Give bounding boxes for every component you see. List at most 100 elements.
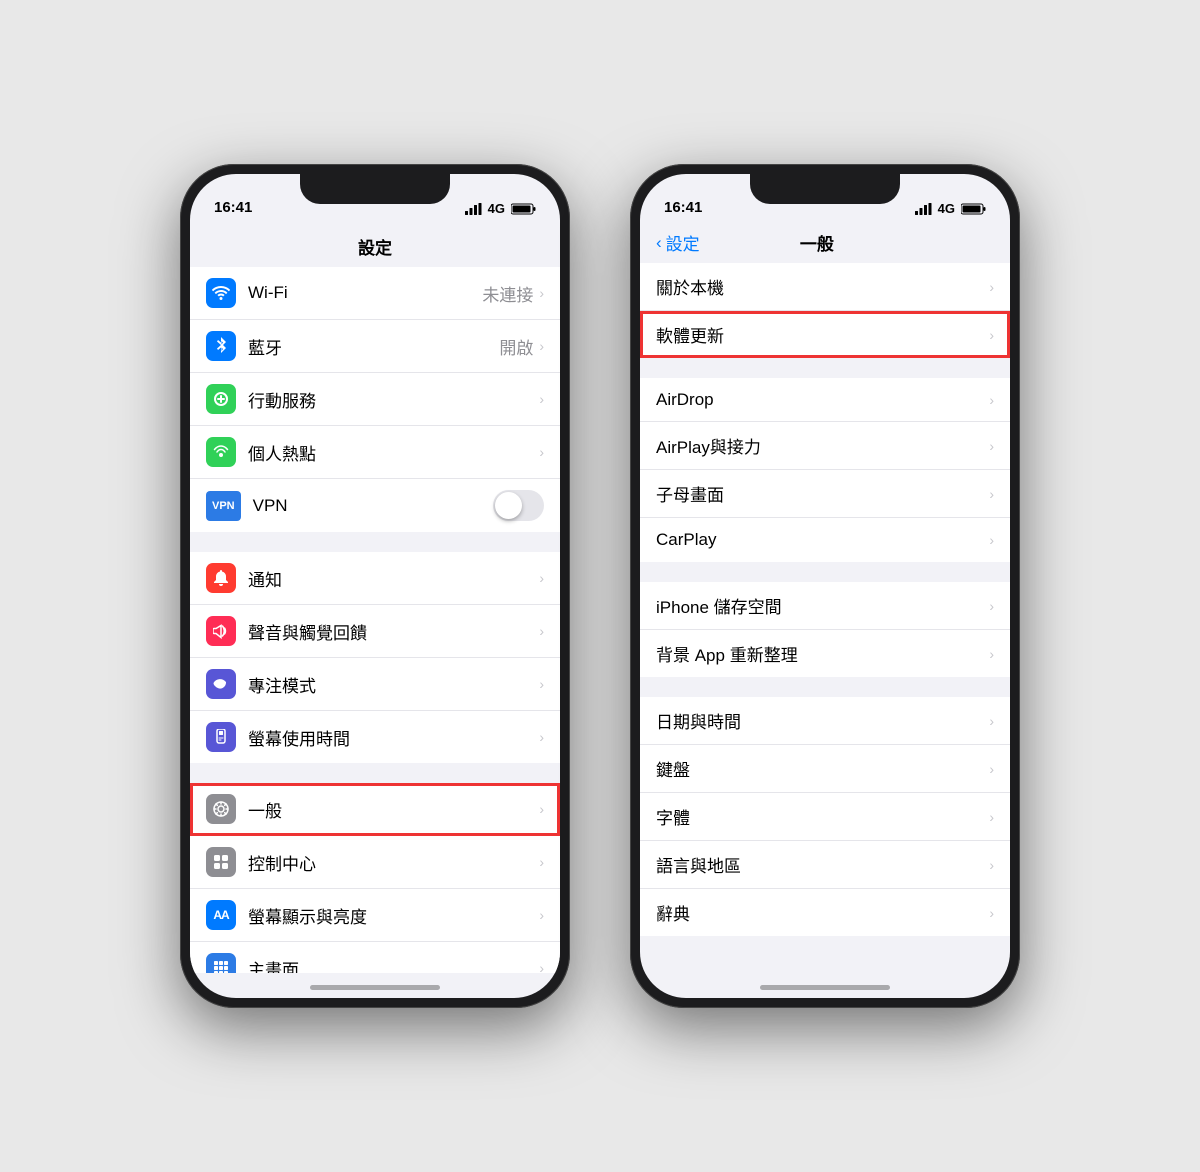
background-app-label: 背景 App 重新整理 <box>656 641 989 666</box>
section-about: 關於本機 › 軟體更新 › <box>640 263 1010 358</box>
datetime-item[interactable]: 日期與時間 › <box>640 697 1010 745</box>
notifications-label: 通知 <box>248 566 539 591</box>
iphone-storage-item[interactable]: iPhone 儲存空間 › <box>640 582 1010 630</box>
iphone-storage-label: iPhone 儲存空間 <box>656 593 989 618</box>
display-label: 螢幕顯示與亮度 <box>248 903 539 928</box>
home-screen-item[interactable]: 主畫面 › <box>190 942 560 973</box>
section-datetime: 日期與時間 › 鍵盤 › 字體 › 語言與地區 › <box>640 697 1010 936</box>
airplay-item[interactable]: AirPlay與接力 › <box>640 422 1010 470</box>
notch-left <box>300 174 450 204</box>
software-update-item[interactable]: 軟體更新 › <box>640 311 1010 358</box>
control-center-item[interactable]: 控制中心 › <box>190 836 560 889</box>
network-left: 4G <box>488 201 505 216</box>
datetime-chevron: › <box>989 713 994 729</box>
display-item[interactable]: AA 螢幕顯示與亮度 › <box>190 889 560 942</box>
section-sharing: AirDrop › AirPlay與接力 › 子母畫面 › CarPlay › <box>640 378 1010 562</box>
screentime-icon <box>206 722 236 752</box>
software-update-chevron: › <box>989 327 994 343</box>
airdrop-label: AirDrop <box>656 390 989 410</box>
bluetooth-chevron: › <box>539 338 544 354</box>
hotspot-label: 個人熱點 <box>248 440 539 465</box>
sounds-label: 聲音與觸覺回饋 <box>248 619 539 644</box>
bluetooth-label: 藍牙 <box>248 334 499 359</box>
notifications-item[interactable]: 通知 › <box>190 552 560 605</box>
airplay-label: AirPlay與接力 <box>656 433 989 458</box>
notifications-chevron: › <box>539 570 544 586</box>
control-center-chevron: › <box>539 854 544 870</box>
screentime-label: 螢幕使用時間 <box>248 725 539 750</box>
bluetooth-item[interactable]: 藍牙 開啟 › <box>190 320 560 373</box>
fonts-item[interactable]: 字體 › <box>640 793 1010 841</box>
about-item[interactable]: 關於本機 › <box>640 263 1010 311</box>
nav-title-right: 一般 <box>800 230 834 255</box>
keyboard-chevron: › <box>989 761 994 777</box>
home-screen-icon <box>206 953 236 973</box>
language-item[interactable]: 語言與地區 › <box>640 841 1010 889</box>
signal-icon-right <box>915 203 932 215</box>
nav-back-right[interactable]: ‹ 設定 <box>656 230 700 255</box>
keyboard-item[interactable]: 鍵盤 › <box>640 745 1010 793</box>
pip-chevron: › <box>989 486 994 502</box>
dictionary-item[interactable]: 辭典 › <box>640 889 1010 936</box>
wifi-item[interactable]: Wi-Fi 未連接 › <box>190 267 560 320</box>
general-item[interactable]: 一般 › <box>190 783 560 836</box>
time-right: 16:41 <box>664 199 702 216</box>
display-chevron: › <box>539 907 544 923</box>
home-indicator-right <box>760 985 890 990</box>
vpn-toggle[interactable] <box>493 490 544 521</box>
cellular-item[interactable]: 行動服務 › <box>190 373 560 426</box>
hotspot-item[interactable]: 個人熱點 › <box>190 426 560 479</box>
phone-left-screen: 16:41 4G 設定 <box>190 174 560 998</box>
pip-item[interactable]: 子母畫面 › <box>640 470 1010 518</box>
carplay-chevron: › <box>989 532 994 548</box>
screentime-chevron: › <box>539 729 544 745</box>
battery-icon-left <box>511 203 536 215</box>
iphone-storage-chevron: › <box>989 598 994 614</box>
sounds-item[interactable]: 聲音與觸覺回饋 › <box>190 605 560 658</box>
vpn-item[interactable]: VPN VPN <box>190 479 560 532</box>
settings-content-left: 設定 Wi-Fi 未連接 › <box>190 222 560 998</box>
section-notifications: 通知 › 聲音與觸覺回饋 › 專注模式 <box>190 552 560 763</box>
section-network: Wi-Fi 未連接 › 藍牙 開啟 › <box>190 267 560 532</box>
pip-label: 子母畫面 <box>656 481 989 506</box>
airplay-chevron: › <box>989 438 994 454</box>
background-app-item[interactable]: 背景 App 重新整理 › <box>640 630 1010 677</box>
display-icon: AA <box>206 900 236 930</box>
signal-icon-left <box>465 203 482 215</box>
vpn-label: VPN <box>253 496 493 516</box>
notch-right <box>750 174 900 204</box>
control-center-icon <box>206 847 236 877</box>
datetime-label: 日期與時間 <box>656 708 989 733</box>
airdrop-item[interactable]: AirDrop › <box>640 378 1010 422</box>
vpn-icon: VPN <box>206 491 241 521</box>
general-label: 一般 <box>248 797 539 822</box>
language-chevron: › <box>989 857 994 873</box>
focus-icon <box>206 669 236 699</box>
hotspot-icon <box>206 437 236 467</box>
cellular-icon <box>206 384 236 414</box>
wifi-icon <box>206 278 236 308</box>
keyboard-label: 鍵盤 <box>656 756 989 781</box>
status-icons-right: 4G <box>915 201 986 216</box>
network-right: 4G <box>938 201 955 216</box>
carplay-label: CarPlay <box>656 530 989 550</box>
about-label: 關於本機 <box>656 274 989 299</box>
status-icons-left: 4G <box>465 201 536 216</box>
nav-bar-right: ‹ 設定 一般 <box>640 222 1010 263</box>
focus-chevron: › <box>539 676 544 692</box>
fonts-label: 字體 <box>656 804 989 829</box>
about-chevron: › <box>989 279 994 295</box>
screentime-item[interactable]: 螢幕使用時間 › <box>190 711 560 763</box>
carplay-item[interactable]: CarPlay › <box>640 518 1010 562</box>
fonts-chevron: › <box>989 809 994 825</box>
focus-item[interactable]: 專注模式 › <box>190 658 560 711</box>
hotspot-chevron: › <box>539 444 544 460</box>
dictionary-label: 辭典 <box>656 900 989 925</box>
nav-title-left: 設定 <box>190 222 560 267</box>
language-label: 語言與地區 <box>656 852 989 877</box>
wifi-value: 未連接 <box>482 281 533 306</box>
home-screen-chevron: › <box>539 960 544 973</box>
phone-right-screen: 16:41 4G ‹ <box>640 174 1010 998</box>
settings-list-left[interactable]: Wi-Fi 未連接 › 藍牙 開啟 › <box>190 267 560 973</box>
settings-list-right[interactable]: 關於本機 › 軟體更新 › AirDrop › AirPlay與接力 <box>640 263 1010 969</box>
